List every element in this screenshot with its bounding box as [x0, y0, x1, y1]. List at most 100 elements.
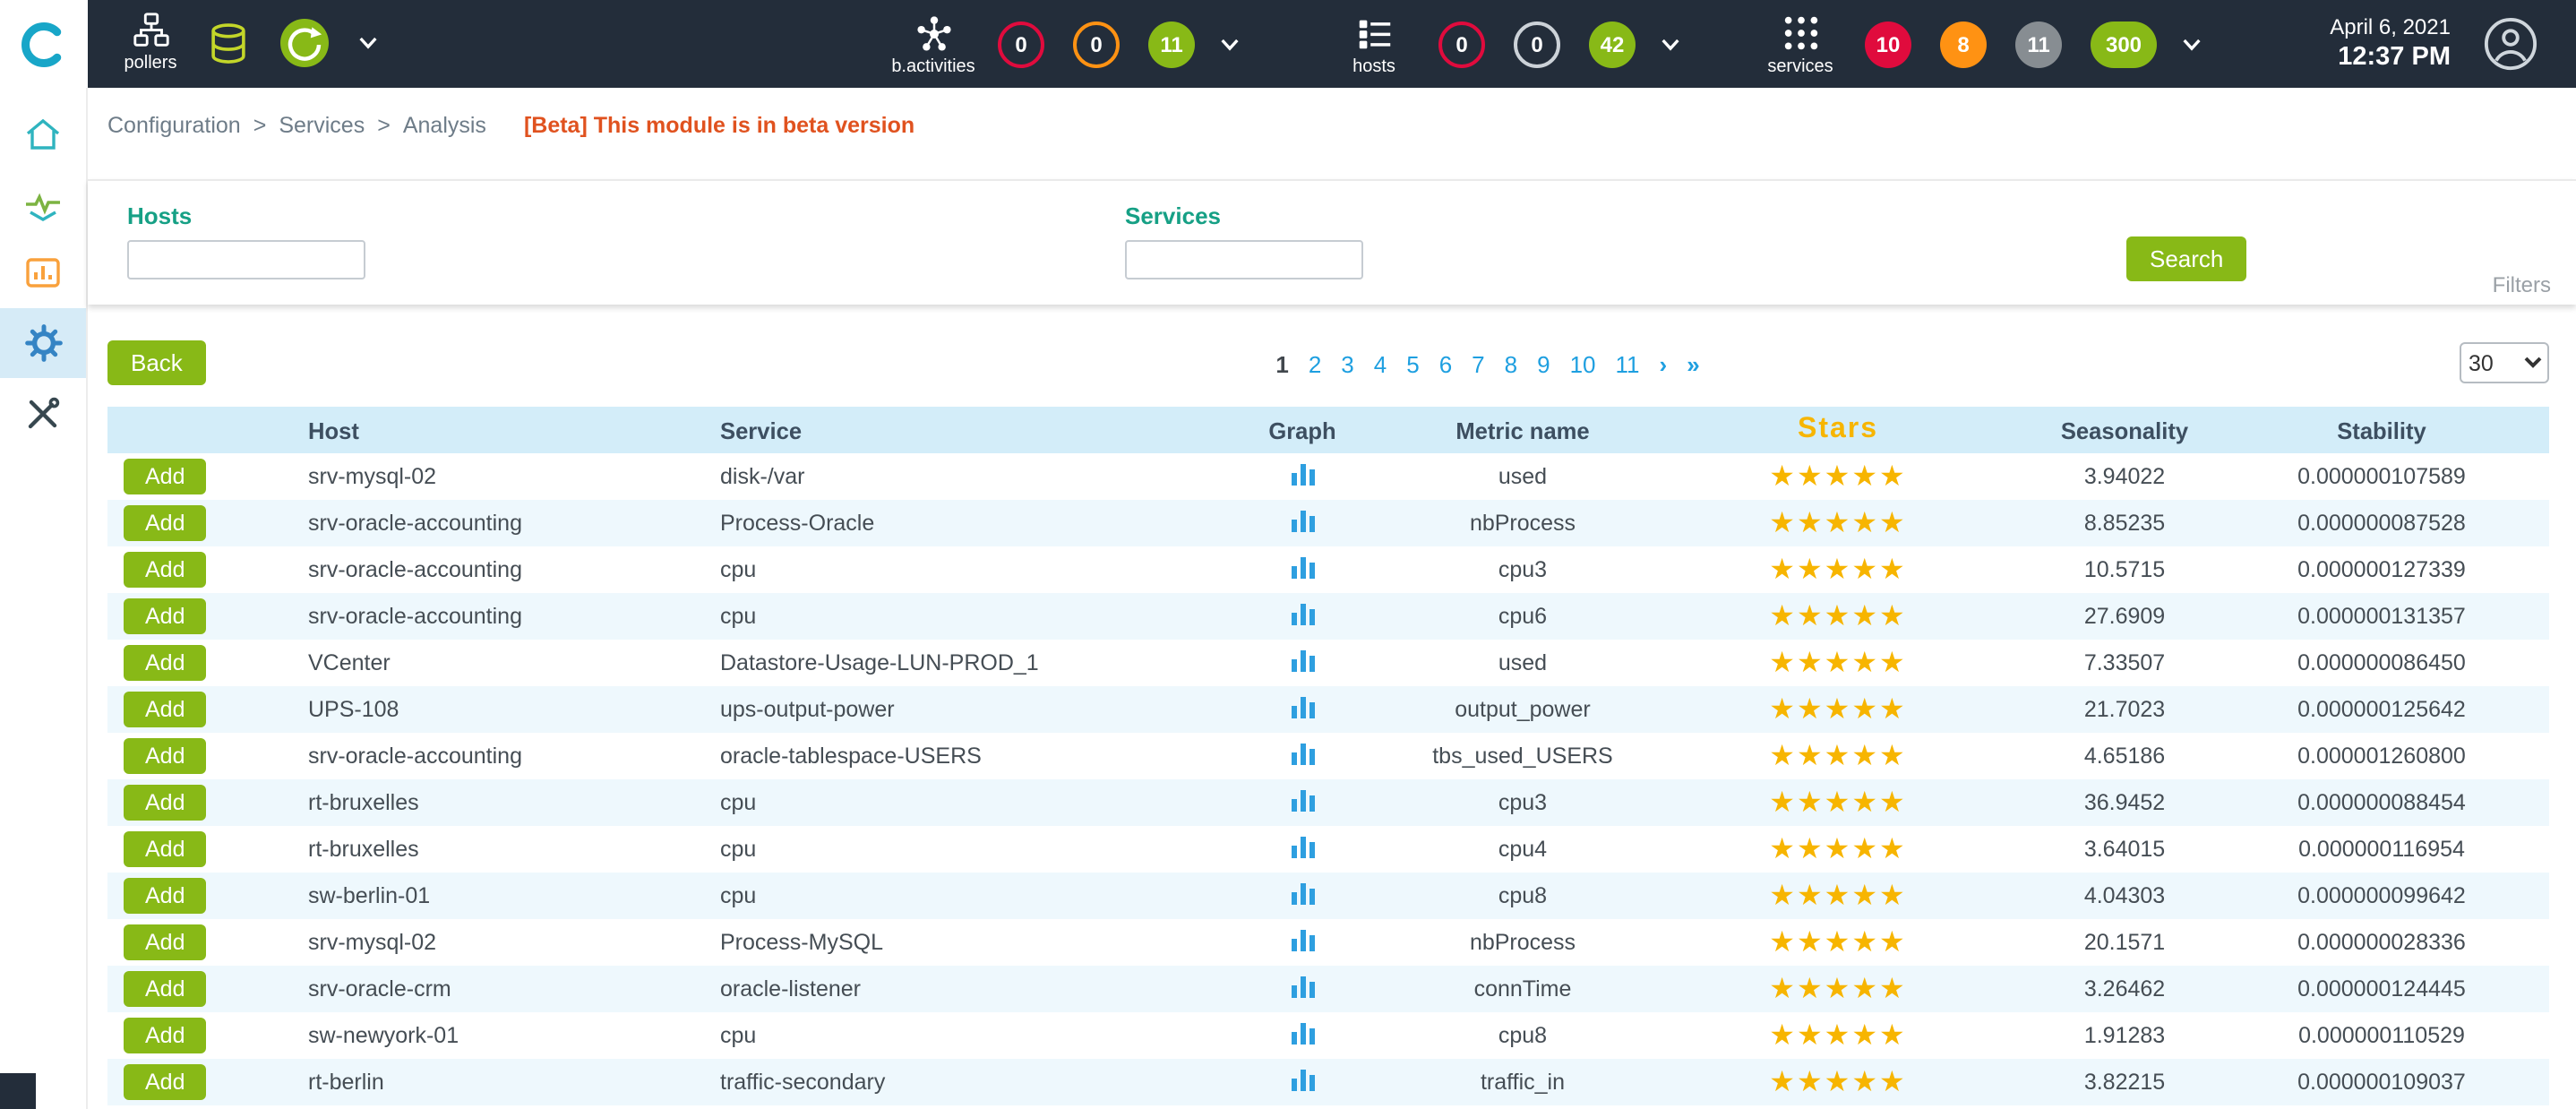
table-row: Addrt-berlintraffic-secondarytraffic_in★… — [107, 1059, 2549, 1105]
sidebar-item-reporting[interactable] — [0, 238, 86, 308]
breadcrumb-analysis[interactable]: Analysis — [403, 113, 486, 138]
red-counter-badge[interactable]: 10 — [1865, 21, 1911, 67]
hosts-menu[interactable]: hosts 0042 — [1324, 0, 1684, 88]
user-avatar[interactable] — [2483, 16, 2538, 72]
service-cell: cpu — [699, 604, 1200, 629]
sidebar-item-monitoring[interactable] — [0, 168, 86, 238]
pagination-page-9[interactable]: 9 — [1537, 351, 1550, 378]
host-cell: rt-bruxelles — [287, 790, 699, 815]
pagination-page-6[interactable]: 6 — [1439, 351, 1452, 378]
host-cell: VCenter — [287, 650, 699, 675]
stars-rating: ★★★★★ — [1641, 1064, 2035, 1100]
breadcrumb: Configuration > Services > Analysis [Bet… — [88, 88, 2576, 152]
page-size-select[interactable]: 30 — [2460, 342, 2549, 383]
add-button[interactable]: Add — [124, 505, 207, 541]
red-counter-badge[interactable]: 0 — [998, 21, 1044, 67]
graph-icon[interactable] — [1291, 462, 1314, 486]
business-activities-menu[interactable]: b.activities 0011 — [883, 0, 1243, 88]
graph-icon[interactable] — [1291, 695, 1314, 718]
services-badges: 10 8 11 300 — [1865, 21, 2157, 67]
grey-counter-badge[interactable]: 11 — [2015, 21, 2062, 67]
pagination-last[interactable]: » — [1687, 351, 1699, 378]
add-button[interactable]: Add — [124, 878, 207, 914]
table-row: Addsrv-oracle-accountingcpucpu6★★★★★27.6… — [107, 593, 2549, 640]
graph-icon[interactable] — [1291, 881, 1314, 905]
database-icon[interactable] — [204, 20, 253, 68]
metric-cell: used — [1404, 464, 1641, 489]
breadcrumb-services[interactable]: Services — [279, 113, 365, 138]
services-menu[interactable]: services 10 8 11 300 — [1750, 0, 2205, 88]
graph-icon[interactable] — [1291, 1068, 1314, 1091]
graph-icon[interactable] — [1291, 742, 1314, 765]
grey-counter-badge[interactable]: 0 — [1514, 21, 1560, 67]
chevron-down-icon[interactable] — [355, 32, 382, 54]
sidebar-item-home[interactable] — [0, 99, 86, 168]
pagination-page-8[interactable]: 8 — [1505, 351, 1517, 378]
add-button[interactable]: Add — [124, 924, 207, 960]
graph-icon[interactable] — [1291, 509, 1314, 532]
stability-cell: 0.000000124445 — [2214, 976, 2549, 1002]
pagination-page-5[interactable]: 5 — [1406, 351, 1419, 378]
pagination: 123456789 10 11 › » — [399, 351, 2576, 378]
orange-counter-badge[interactable]: 8 — [1940, 21, 1987, 67]
pagination-next[interactable]: › — [1660, 351, 1668, 378]
breadcrumb-configuration[interactable]: Configuration — [107, 113, 241, 138]
pagination-page-1[interactable]: 1 — [1275, 351, 1288, 378]
red-counter-badge[interactable]: 0 — [1438, 21, 1485, 67]
administration-tools-icon — [21, 391, 64, 434]
services-label: services — [1767, 56, 1833, 76]
add-button[interactable]: Add — [124, 785, 207, 821]
sidebar-item-administration[interactable] — [0, 378, 86, 448]
add-button[interactable]: Add — [124, 1064, 207, 1100]
chevron-down-icon[interactable] — [1657, 33, 1684, 55]
services-filter-input[interactable] — [1125, 240, 1363, 279]
host-cell: srv-oracle-accounting — [287, 744, 699, 769]
stars-rating: ★★★★★ — [1641, 692, 2035, 727]
pagination-page-4[interactable]: 4 — [1374, 351, 1387, 378]
add-button[interactable]: Add — [124, 738, 207, 774]
graph-icon[interactable] — [1291, 928, 1314, 951]
graph-icon[interactable] — [1291, 835, 1314, 858]
pagination-page-2[interactable]: 2 — [1309, 351, 1321, 378]
graph-icon[interactable] — [1291, 788, 1314, 812]
green-counter-badge[interactable]: 42 — [1589, 21, 1636, 67]
graph-icon[interactable] — [1291, 1021, 1314, 1045]
pagination-page-11[interactable]: 11 — [1616, 351, 1640, 378]
seasonality-cell: 4.04303 — [2035, 883, 2214, 908]
add-button[interactable]: Add — [124, 971, 207, 1007]
back-button[interactable]: Back — [107, 340, 206, 385]
pagination-page-7[interactable]: 7 — [1472, 351, 1484, 378]
chevron-down-icon[interactable] — [1216, 33, 1243, 55]
search-button[interactable]: Search — [2126, 236, 2246, 281]
metric-cell: connTime — [1404, 976, 1641, 1002]
sidebar-item-configuration[interactable] — [0, 308, 86, 378]
table-row: Addrt-bruxellescpucpu3★★★★★36.94520.0000… — [107, 779, 2549, 826]
table-body: Addsrv-mysql-02disk-/varused★★★★★3.94022… — [107, 453, 2549, 1105]
add-button[interactable]: Add — [124, 645, 207, 681]
green-counter-badge[interactable]: 11 — [1148, 21, 1195, 67]
add-button[interactable]: Add — [124, 552, 207, 588]
graph-icon[interactable] — [1291, 975, 1314, 998]
pagination-page-10[interactable]: 10 — [1570, 351, 1596, 378]
pagination-page-3[interactable]: 3 — [1341, 351, 1353, 378]
host-cell: rt-bruxelles — [287, 837, 699, 862]
graph-icon[interactable] — [1291, 602, 1314, 625]
centreon-logo[interactable] — [0, 0, 88, 88]
graph-icon[interactable] — [1291, 649, 1314, 672]
graph-icon[interactable] — [1291, 555, 1314, 579]
stability-cell: 0.000000099642 — [2214, 883, 2549, 908]
add-button[interactable]: Add — [124, 831, 207, 867]
export-configuration-icon[interactable] — [278, 16, 331, 70]
hosts-filter-input[interactable] — [127, 240, 365, 279]
filters-toggle[interactable]: Filters — [2493, 272, 2551, 297]
chevron-down-icon[interactable] — [2178, 33, 2205, 55]
orange-counter-badge[interactable]: 0 — [1073, 21, 1120, 67]
add-button[interactable]: Add — [124, 598, 207, 634]
add-button[interactable]: Add — [124, 1018, 207, 1053]
add-button[interactable]: Add — [124, 459, 207, 494]
sidebar-footer-toggle[interactable] — [0, 1073, 36, 1109]
seasonality-cell: 21.7023 — [2035, 697, 2214, 722]
green-counter-badge[interactable]: 300 — [2091, 21, 2157, 67]
add-button[interactable]: Add — [124, 692, 207, 727]
pollers-menu[interactable]: pollers — [100, 9, 201, 73]
